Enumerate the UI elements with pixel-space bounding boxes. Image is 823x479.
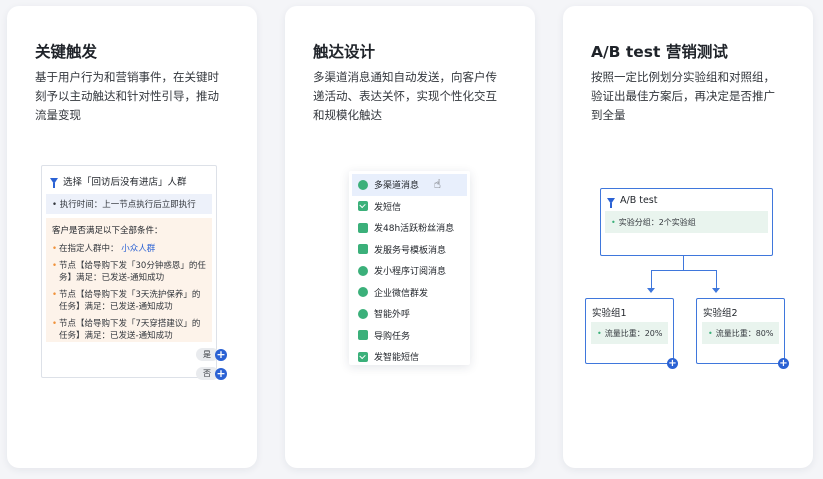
filter-icon xyxy=(50,178,58,188)
ab-root-header: A/B test xyxy=(607,195,658,208)
connector-line xyxy=(683,256,684,270)
desc-line: 递活动、表达关怀，实现个性化交互 xyxy=(313,89,497,103)
connector-line xyxy=(651,270,652,288)
no-branch[interactable]: 否 + xyxy=(196,367,227,380)
add-icon[interactable]: + xyxy=(215,348,227,361)
node-header: 选择「回访后没有进店」人群 xyxy=(50,174,187,188)
guide-task-icon xyxy=(358,330,368,341)
menu-item-miniprogram[interactable]: 发小程序订阅消息 xyxy=(349,260,470,282)
ab-group-title: 实验组2 xyxy=(703,308,738,319)
ab-test-root-node[interactable]: A/B test • 实验分组：2个实验组 xyxy=(600,188,773,256)
smart-sms-icon xyxy=(358,351,368,362)
detail-text: 实验分组：2个实验组 xyxy=(618,217,696,227)
ab-group-detail: • 流量比重：20% xyxy=(591,322,668,344)
menu-item-label: 多渠道消息 xyxy=(374,181,420,192)
condition-prefix: 在指定人群中： xyxy=(59,244,119,254)
menu-item-sms[interactable]: 发短信 xyxy=(349,196,470,218)
condition-item: 节点【给导购下发「7天穿搭建议」的任务】满足：已发送-通知成功 xyxy=(52,318,206,343)
menu-item-label: 发服务号模板消息 xyxy=(374,245,447,256)
menu-item-label: 智能外呼 xyxy=(374,310,411,321)
card-description: 基于用户行为和营销事件，在关键时 刻予以主动触达和针对性引导，推动 流量变现 xyxy=(35,68,235,125)
card-ab-test: A/B test 营销测试 按照一定比例划分实验组和对照组， 验证出最佳方案后，… xyxy=(563,6,813,468)
miniprogram-icon xyxy=(358,265,368,276)
menu-item-omnichannel[interactable]: 多渠道消息 ☝ xyxy=(352,174,467,196)
add-icon[interactable]: + xyxy=(215,367,227,380)
channel-menu: 多渠道消息 ☝ 发短信 发48h活跃粉丝消息 发服务号模板消息 发小程序订阅消息… xyxy=(349,171,470,365)
desc-line: 和规模化触达 xyxy=(313,108,382,122)
detail-text: 流量比重：80% xyxy=(715,328,774,338)
condition-item: 节点【给导购下发「30分钟惑恩」的任务】满足：已发送-通知成功 xyxy=(52,260,206,285)
omnichannel-icon xyxy=(358,179,368,190)
desc-line: 到全量 xyxy=(591,108,626,122)
card-description: 多渠道消息通知自动发送，向客户传 递活动、表达关怀，实现个性化交互 和规模化触达 xyxy=(313,68,513,125)
audience-condition-node[interactable]: 选择「回访后没有进店」人群 • 执行时间：上一节点执行后立即执行 客户是否满足以… xyxy=(41,165,227,380)
wecom-broadcast-icon xyxy=(358,287,368,298)
menu-item-guide-task[interactable]: 导购任务 xyxy=(349,325,470,347)
menu-item-label: 企业微信群发 xyxy=(374,288,429,299)
menu-item-label: 发智能短信 xyxy=(374,353,420,364)
desc-line: 刻予以主动触达和针对性引导，推动 xyxy=(35,89,219,103)
condition-title: 客户是否满足以下全部条件： xyxy=(52,226,163,236)
menu-item-label: 导购任务 xyxy=(374,331,411,342)
audience-link[interactable]: 小众人群 xyxy=(121,244,155,254)
condition-item: 在指定人群中： 小众人群 xyxy=(52,243,206,256)
node-title: 选择「回访后没有进店」人群 xyxy=(63,177,187,188)
add-icon[interactable]: + xyxy=(778,358,789,369)
card-description: 按照一定比例划分实验组和对照组， 验证出最佳方案后，再决定是否推广 到全量 xyxy=(591,68,791,125)
card-key-trigger: 关键触发 基于用户行为和营销事件，在关键时 刻予以主动触达和针对性引导，推动 流… xyxy=(7,6,257,468)
ab-group-title: 实验组1 xyxy=(592,308,627,319)
menu-item-wecom-broadcast[interactable]: 企业微信群发 xyxy=(349,282,470,304)
desc-line: 基于用户行为和营销事件，在关键时 xyxy=(35,70,219,84)
yes-branch[interactable]: 是 + xyxy=(196,348,227,361)
desc-line: 多渠道消息通知自动发送，向客户传 xyxy=(313,70,497,84)
desc-line: 流量变现 xyxy=(35,108,81,122)
ab-root-title: A/B test xyxy=(620,195,658,206)
connector-line xyxy=(651,270,717,271)
condition-item: 节点【给导购下发「3天洗护保养」的任务】满足：已发送-通知成功 xyxy=(52,289,206,314)
desc-line: 按照一定比例划分实验组和对照组， xyxy=(591,70,775,84)
menu-item-template-message[interactable]: 发服务号模板消息 xyxy=(349,239,470,261)
ab-group-detail: • 流量比重：80% xyxy=(702,322,779,344)
smart-call-icon xyxy=(358,308,368,319)
exec-time: • 执行时间：上一节点执行后立即执行 xyxy=(46,194,212,214)
condition-panel: 客户是否满足以下全部条件： 在指定人群中： 小众人群 节点【给导购下发「30分钟… xyxy=(46,218,212,342)
card-title: 关键触发 xyxy=(35,43,98,61)
menu-item-smart-call[interactable]: 智能外呼 xyxy=(349,303,470,325)
menu-item-label: 发小程序订阅消息 xyxy=(374,267,447,278)
fan-message-icon xyxy=(358,222,368,233)
arrow-down-icon xyxy=(647,288,655,293)
menu-item-label: 发短信 xyxy=(374,202,402,213)
arrow-down-icon xyxy=(712,288,720,293)
desc-line: 验证出最佳方案后，再决定是否推广 xyxy=(591,89,775,103)
sms-icon xyxy=(358,201,368,212)
connector-line xyxy=(716,270,717,288)
menu-item-label: 发48h活跃粉丝消息 xyxy=(374,224,455,235)
card-title: 触达设计 xyxy=(313,43,376,61)
add-icon[interactable]: + xyxy=(667,358,678,369)
filter-icon xyxy=(607,197,615,208)
menu-item-smart-sms[interactable]: 发智能短信 xyxy=(349,346,470,368)
detail-text: 流量比重：20% xyxy=(604,328,663,338)
ab-root-detail: • 实验分组：2个实验组 xyxy=(605,211,768,233)
menu-item-fan-message[interactable]: 发48h活跃粉丝消息 xyxy=(349,217,470,239)
ab-group-node[interactable]: 实验组1 • 流量比重：20% + xyxy=(585,298,678,369)
pointer-cursor-icon: ☝ xyxy=(433,177,441,191)
ab-group-node[interactable]: 实验组2 • 流量比重：80% + xyxy=(696,298,789,369)
template-message-icon xyxy=(358,244,368,255)
card-reach-design: 触达设计 多渠道消息通知自动发送，向客户传 递活动、表达关怀，实现个性化交互 和… xyxy=(285,6,535,468)
card-title: A/B test 营销测试 xyxy=(591,43,728,61)
